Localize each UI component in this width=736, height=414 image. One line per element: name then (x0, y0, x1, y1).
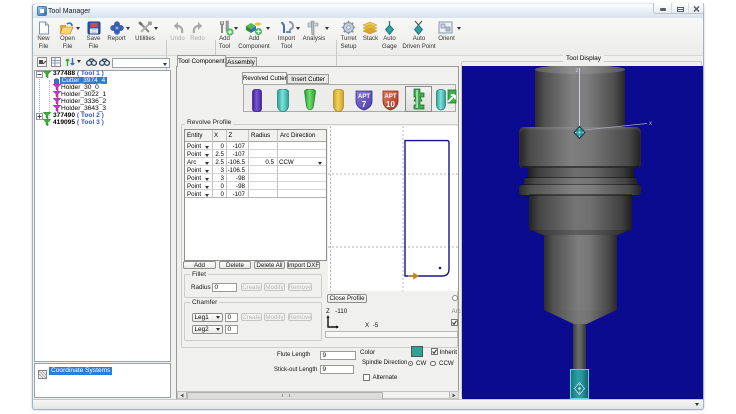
svg-text:10: 10 (386, 100, 395, 109)
svg-text:x: x (649, 121, 652, 127)
svg-text:z: z (576, 68, 579, 74)
svg-text:7: 7 (362, 100, 367, 109)
